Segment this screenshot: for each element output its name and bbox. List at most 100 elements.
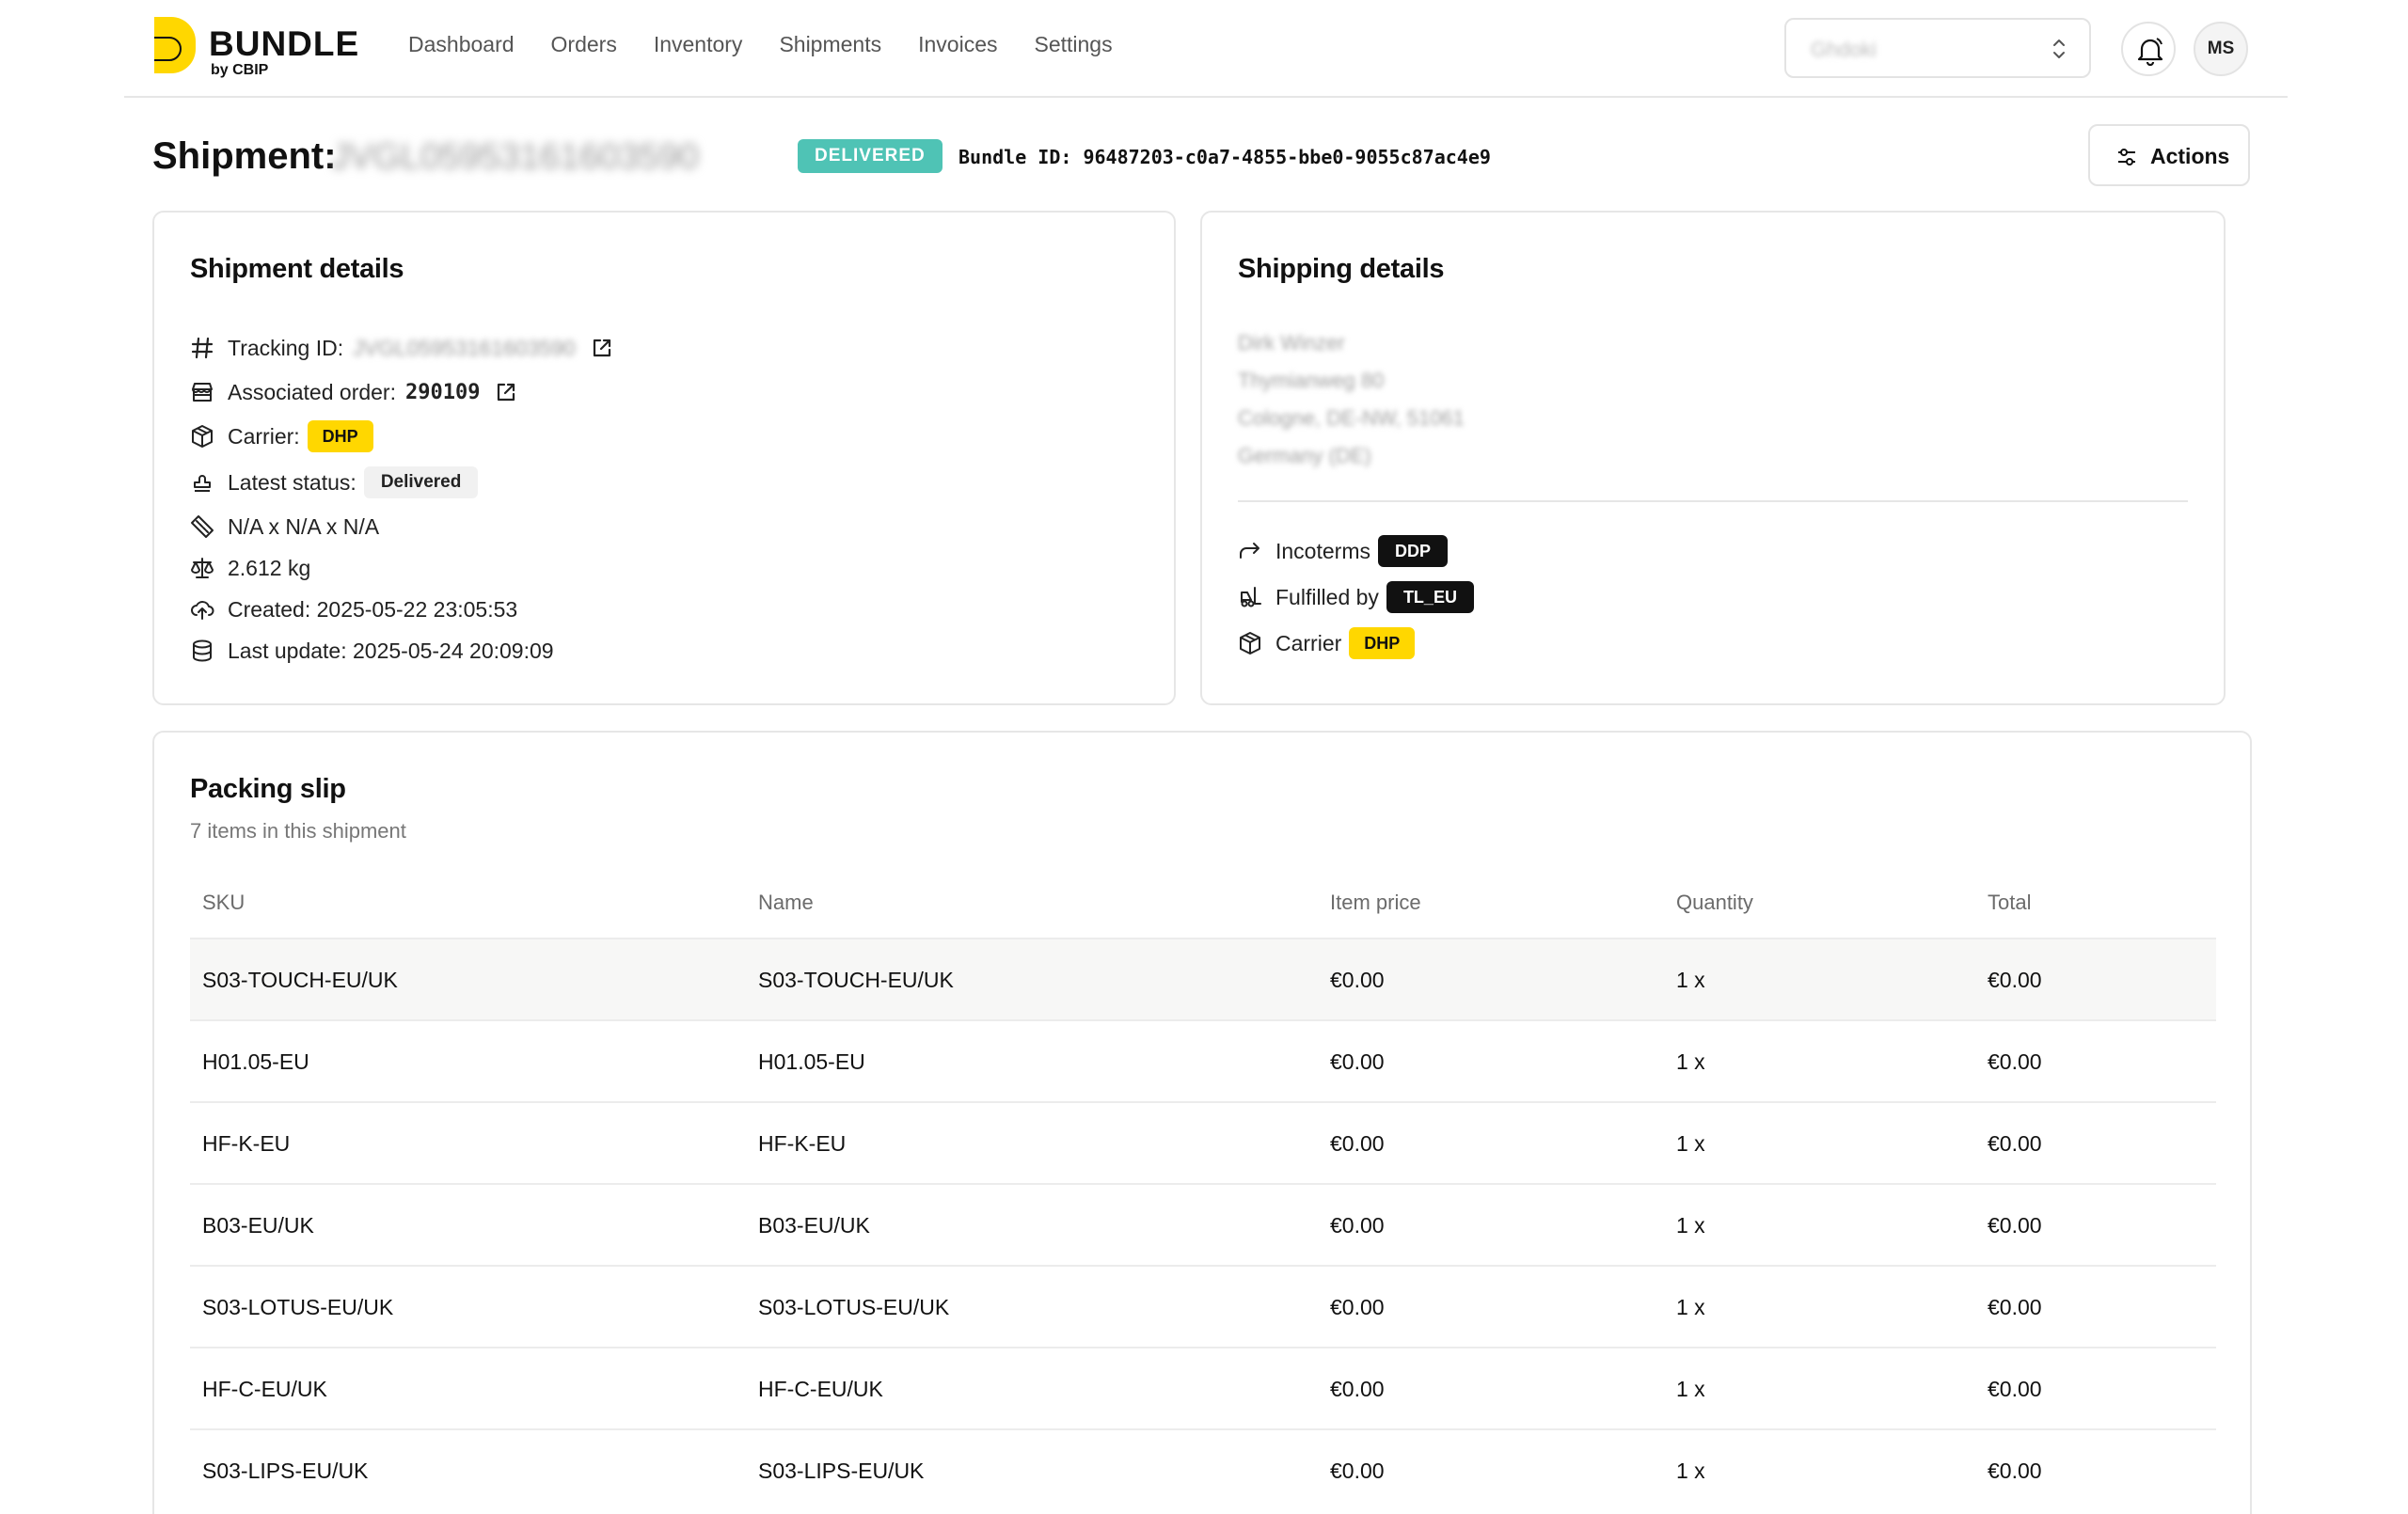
cell-sku: HF-C-EU/UK — [202, 1377, 327, 1401]
cell-sku: S03-LIPS-EU/UK — [202, 1459, 369, 1483]
brand-name: BUNDLE — [209, 24, 360, 63]
ruler-icon — [190, 514, 214, 539]
nav-orders[interactable]: Orders — [551, 32, 617, 57]
cell-quantity: 1 x — [1676, 1213, 1705, 1238]
created-row: Created: 2025-05-22 23:05:53 — [190, 591, 517, 628]
address-city: Cologne, DE-NW, 51061 — [1238, 406, 1465, 430]
weight-row: 2.612 kg — [190, 549, 310, 587]
incoterms-badge: DDP — [1377, 535, 1448, 567]
latest-status-row: Latest status: Delivered — [190, 464, 479, 501]
page-title: Shipment: — [152, 135, 337, 177]
cell-total: €0.00 — [1988, 968, 2042, 992]
actions-button[interactable]: Actions — [2088, 124, 2250, 186]
associated-order-row: Associated order: 290109 — [190, 373, 517, 411]
shipping-carrier-badge: DHP — [1349, 627, 1416, 659]
cell-total: €0.00 — [1988, 1049, 2042, 1074]
bell-icon — [2137, 38, 2163, 66]
shipping-carrier-row: Carrier DHP — [1238, 624, 1416, 662]
status-badge: DELIVERED — [798, 139, 943, 173]
package-icon — [190, 424, 214, 449]
dimensions-row: N/A x N/A x N/A — [190, 508, 379, 545]
shipping-details-title: Shipping details — [1238, 254, 1445, 284]
bundle-logo[interactable]: BUNDLE by CBIP — [150, 17, 367, 79]
cell-sku: S03-LOTUS-EU/UK — [202, 1295, 394, 1319]
packing-slip-subtitle: 7 items in this shipment — [190, 819, 406, 843]
column-header-item-price[interactable]: Item price — [1330, 891, 1421, 915]
cell-name: S03-TOUCH-EU/UK — [758, 968, 954, 992]
stamp-icon — [190, 470, 214, 495]
database-icon — [190, 639, 214, 663]
top-navigation-bar: BUNDLE by CBIP Dashboard Orders Inventor… — [124, 0, 2288, 98]
cell-name: HF-K-EU — [758, 1131, 847, 1156]
tracking-value: JVGL05953161603590 — [353, 335, 576, 360]
incoterms-row: Incoterms DDP — [1238, 532, 1448, 570]
table-row[interactable]: HF-C-EU/UK HF-C-EU/UK €0.00 1 x €0.00 — [190, 1347, 2216, 1428]
dimensions-value: N/A x N/A x N/A — [228, 513, 380, 539]
nav-shipments[interactable]: Shipments — [779, 32, 881, 57]
shipment-details-title: Shipment details — [190, 254, 404, 284]
hash-icon — [190, 336, 214, 360]
latest-status-label: Latest status: — [228, 469, 356, 495]
nav-inventory[interactable]: Inventory — [654, 32, 743, 57]
column-header-quantity[interactable]: Quantity — [1676, 891, 1753, 915]
table-row[interactable]: S03-LIPS-EU/UK S03-LIPS-EU/UK €0.00 1 x … — [190, 1428, 2216, 1510]
created-value: Created: 2025-05-22 23:05:53 — [228, 596, 518, 622]
shipment-id: JVGL05953161603590 — [331, 137, 699, 177]
column-header-total[interactable]: Total — [1988, 891, 2031, 915]
carrier-label: Carrier: — [228, 423, 300, 449]
user-avatar[interactable]: MS — [2194, 22, 2248, 76]
external-link-icon[interactable] — [495, 381, 517, 403]
cell-name: HF-C-EU/UK — [758, 1377, 883, 1401]
cell-sku: B03-EU/UK — [202, 1213, 314, 1238]
table-row[interactable]: S03-LOTUS-EU/UK S03-LOTUS-EU/UK €0.00 1 … — [190, 1265, 2216, 1347]
table-row[interactable]: S03-TOUCH-EU/UK S03-TOUCH-EU/UK €0.00 1 … — [190, 938, 2216, 1019]
address-name: Dirk Winzer — [1238, 331, 1345, 355]
cell-name: S03-LIPS-EU/UK — [758, 1459, 925, 1483]
cell-total: €0.00 — [1988, 1295, 2042, 1319]
column-header-sku[interactable]: SKU — [202, 891, 245, 915]
cell-quantity: 1 x — [1676, 1377, 1705, 1401]
page-title-row: Shipment: JVGL05953161603590 DELIVERED B… — [152, 130, 2259, 184]
sliders-icon — [2118, 149, 2135, 166]
address-country: Germany (DE) — [1238, 444, 1371, 467]
associated-order-label: Associated order: — [228, 379, 396, 404]
table-row[interactable]: H01.05-EU H01.05-EU €0.00 1 x €0.00 — [190, 1019, 2216, 1101]
table-row[interactable]: B03-EU/UK B03-EU/UK €0.00 1 x €0.00 — [190, 1183, 2216, 1265]
cell-item-price: €0.00 — [1330, 1459, 1385, 1483]
cell-quantity: 1 x — [1676, 968, 1705, 992]
cell-quantity: 1 x — [1676, 1131, 1705, 1156]
address-street: Thymianweg 80 — [1238, 369, 1385, 392]
cell-name: B03-EU/UK — [758, 1213, 870, 1238]
organization-selector[interactable]: Ghdoki — [1784, 18, 2091, 78]
cell-total: €0.00 — [1988, 1377, 2042, 1401]
cell-item-price: €0.00 — [1330, 1049, 1385, 1074]
nav-invoices[interactable]: Invoices — [918, 32, 997, 57]
weight-value: 2.612 kg — [228, 555, 311, 580]
cell-item-price: €0.00 — [1330, 1295, 1385, 1319]
column-header-name[interactable]: Name — [758, 891, 814, 915]
shipment-details-card: Shipment details Tracking ID: JVGL059531… — [152, 211, 1176, 705]
shipping-details-card: Shipping details Dirk Winzer Thymianweg … — [1200, 211, 2226, 705]
main-nav: Dashboard Orders Inventory Shipments Inv… — [408, 32, 1149, 57]
table-row[interactable]: HF-K-EU HF-K-EU €0.00 1 x €0.00 — [190, 1101, 2216, 1183]
forklift-icon — [1238, 585, 1262, 609]
external-link-icon[interactable] — [591, 337, 613, 359]
nav-dashboard[interactable]: Dashboard — [408, 32, 515, 57]
latest-status-badge: Delivered — [363, 466, 479, 498]
cell-total: €0.00 — [1988, 1131, 2042, 1156]
bundle-id: Bundle ID: 96487203-c0a7-4855-bbe0-9055c… — [958, 146, 1491, 168]
cell-sku: HF-K-EU — [202, 1131, 291, 1156]
package-icon — [1238, 631, 1262, 655]
fulfilled-by-badge: TL_EU — [1386, 581, 1474, 613]
scale-icon — [190, 556, 214, 580]
cell-name: H01.05-EU — [758, 1049, 865, 1074]
actions-button-label: Actions — [2150, 144, 2230, 168]
fulfilled-by-label: Fulfilled by — [1275, 584, 1379, 609]
nav-settings[interactable]: Settings — [1034, 32, 1112, 57]
cell-total: €0.00 — [1988, 1459, 2042, 1483]
notifications-button[interactable] — [2121, 22, 2176, 76]
associated-order-value: 290109 — [404, 380, 481, 404]
last-update-value: Last update: 2025-05-24 20:09:09 — [228, 638, 554, 663]
carrier-row: Carrier: DHP — [190, 418, 373, 455]
store-icon — [190, 380, 214, 404]
